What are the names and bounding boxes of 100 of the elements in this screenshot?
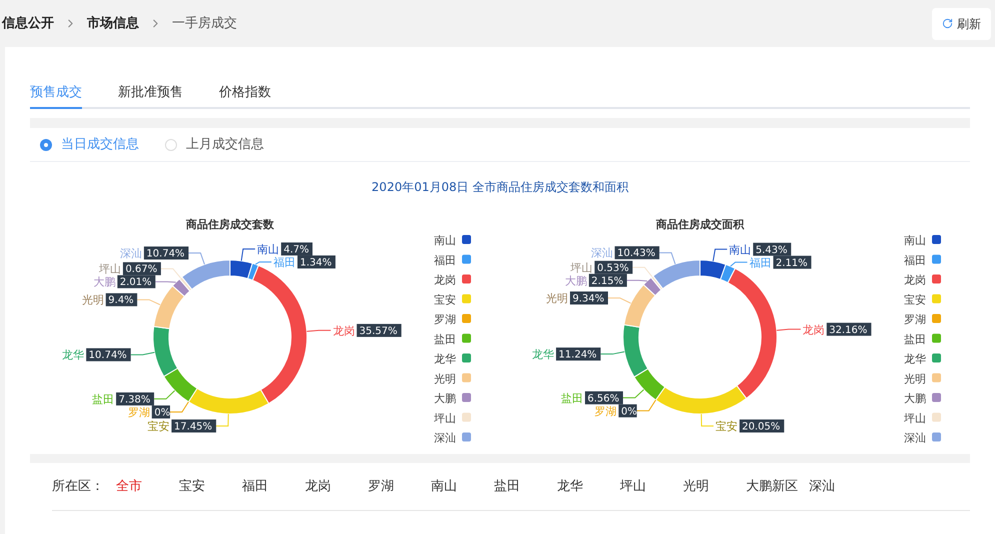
legend-label[interactable]: 深汕 xyxy=(434,432,456,444)
legend-swatch[interactable] xyxy=(932,294,941,304)
leader-line xyxy=(608,298,632,304)
legend-label[interactable]: 坪山 xyxy=(434,412,456,425)
district-option[interactable]: 全市 xyxy=(116,476,179,496)
legend-swatch[interactable] xyxy=(462,432,471,442)
chart-heading: 2020年01月08日 全市商品住房成交套数和面积 xyxy=(372,179,628,196)
value-label: 0% xyxy=(152,405,170,418)
legend-label[interactable]: 龙岗 xyxy=(434,274,456,286)
radio-button[interactable] xyxy=(40,138,52,150)
district-option[interactable]: 坪山 xyxy=(620,476,683,496)
district-option[interactable]: 光明 xyxy=(683,476,746,496)
value-label: 4.7% xyxy=(281,242,312,256)
slice-label: 龙岗 xyxy=(802,323,825,336)
leader-line xyxy=(700,414,714,426)
chart-title: 商品住房成交面积 xyxy=(656,218,744,231)
tab[interactable]: 新批准预售 xyxy=(118,79,183,109)
legend-swatch[interactable] xyxy=(462,274,471,284)
legend-label[interactable]: 罗湖 xyxy=(904,313,926,326)
value-label: 6.56% xyxy=(585,391,623,404)
legend-swatch[interactable] xyxy=(462,412,471,422)
value-label: 10.74% xyxy=(144,246,189,260)
legend-swatch[interactable] xyxy=(932,334,941,343)
legend-label[interactable]: 福田 xyxy=(904,254,926,267)
refresh-button[interactable]: 刷新 xyxy=(932,8,991,40)
slice-label: 龙岗 xyxy=(332,324,355,338)
legend-swatch[interactable] xyxy=(462,393,471,402)
legend-label[interactable]: 南山 xyxy=(434,234,456,247)
data-label: 9.34% xyxy=(572,293,604,304)
value-label: 5.43% xyxy=(753,242,792,256)
legend-label[interactable]: 盐田 xyxy=(434,332,456,346)
district-option[interactable]: 南山 xyxy=(431,476,494,496)
tab[interactable]: 价格指数 xyxy=(219,79,271,109)
district-option[interactable]: 福田 xyxy=(242,476,305,496)
legend-label[interactable]: 宝安 xyxy=(434,293,456,306)
legend-swatch[interactable] xyxy=(932,254,941,264)
district-option[interactable]: 龙华 xyxy=(557,476,620,496)
slice-label: 大鹏 xyxy=(564,274,587,288)
slice-label: 光明 xyxy=(82,294,104,307)
legend-label[interactable]: 福田 xyxy=(434,254,456,267)
leader-line xyxy=(154,281,176,283)
slice-label: 宝安 xyxy=(148,420,170,433)
district-option[interactable]: 罗湖 xyxy=(368,476,431,496)
legend-label[interactable]: 坪山 xyxy=(904,412,926,425)
legend-label[interactable]: 南山 xyxy=(904,234,926,247)
slice-label: 盐田 xyxy=(561,392,583,405)
legend-swatch[interactable] xyxy=(932,354,941,362)
legend-swatch[interactable] xyxy=(462,354,471,362)
leader-line xyxy=(188,252,205,265)
data-label: 11.24% xyxy=(558,350,597,361)
legend-label[interactable]: 大鹏 xyxy=(434,392,456,405)
leader-line xyxy=(600,351,625,355)
legend-label[interactable]: 盐田 xyxy=(904,332,926,346)
slice-label: 大鹏 xyxy=(93,276,116,289)
value-label: 35.57% xyxy=(356,324,402,337)
data-label: 10.74% xyxy=(88,350,127,362)
chart-title: 商品住房成交套数 xyxy=(186,218,274,231)
leader-line xyxy=(170,401,189,412)
legend-label[interactable]: 光明 xyxy=(434,372,456,386)
legend-swatch[interactable] xyxy=(932,314,941,323)
data-label: 10.43% xyxy=(617,248,656,260)
breadcrumb-item: 一手房成交 xyxy=(172,14,237,33)
data-label: 2.01% xyxy=(120,277,152,288)
legend-label[interactable]: 光明 xyxy=(904,372,926,386)
data-label: 10.74% xyxy=(146,248,185,260)
legend-swatch[interactable] xyxy=(932,432,941,442)
legend-label[interactable]: 深汕 xyxy=(904,432,926,444)
radio-button[interactable] xyxy=(165,138,177,150)
district-option[interactable]: 盐田 xyxy=(494,476,557,496)
legend-swatch[interactable] xyxy=(462,235,471,244)
legend-label[interactable]: 龙岗 xyxy=(904,274,926,286)
legend-label[interactable]: 龙华 xyxy=(434,352,456,366)
legend-label[interactable]: 罗湖 xyxy=(434,313,456,326)
legend-swatch[interactable] xyxy=(932,373,941,382)
data-label: 2.15% xyxy=(591,276,624,287)
district-option[interactable]: 深汕 xyxy=(809,476,872,496)
legend-swatch[interactable] xyxy=(932,235,941,244)
legend-swatch[interactable] xyxy=(932,412,941,422)
radio-option[interactable]: 上月成交信息 xyxy=(165,134,264,154)
legend-swatch[interactable] xyxy=(462,294,471,304)
legend-swatch[interactable] xyxy=(462,314,471,323)
legend-swatch[interactable] xyxy=(462,373,471,382)
legend-label[interactable]: 龙华 xyxy=(904,352,926,366)
legend-swatch[interactable] xyxy=(932,393,941,402)
refresh-icon xyxy=(942,18,953,29)
breadcrumb-item[interactable]: 市场信息 xyxy=(87,14,139,34)
leader-line xyxy=(154,390,176,400)
legend-swatch[interactable] xyxy=(462,254,471,264)
leader-line xyxy=(626,280,648,282)
legend-swatch[interactable] xyxy=(462,334,471,343)
district-option[interactable]: 大鹏新区 xyxy=(746,476,809,496)
data-label: 32.16% xyxy=(829,324,868,336)
slice-label: 深汕 xyxy=(590,246,613,260)
legend-label[interactable]: 大鹏 xyxy=(904,392,926,405)
legend-label[interactable]: 宝安 xyxy=(904,293,926,306)
breadcrumb-item[interactable]: 信息公开 xyxy=(2,14,54,34)
legend-swatch[interactable] xyxy=(932,274,941,284)
district-option[interactable]: 宝安 xyxy=(179,476,242,496)
value-label: 9.34% xyxy=(570,292,608,304)
district-option[interactable]: 龙岗 xyxy=(305,476,368,496)
